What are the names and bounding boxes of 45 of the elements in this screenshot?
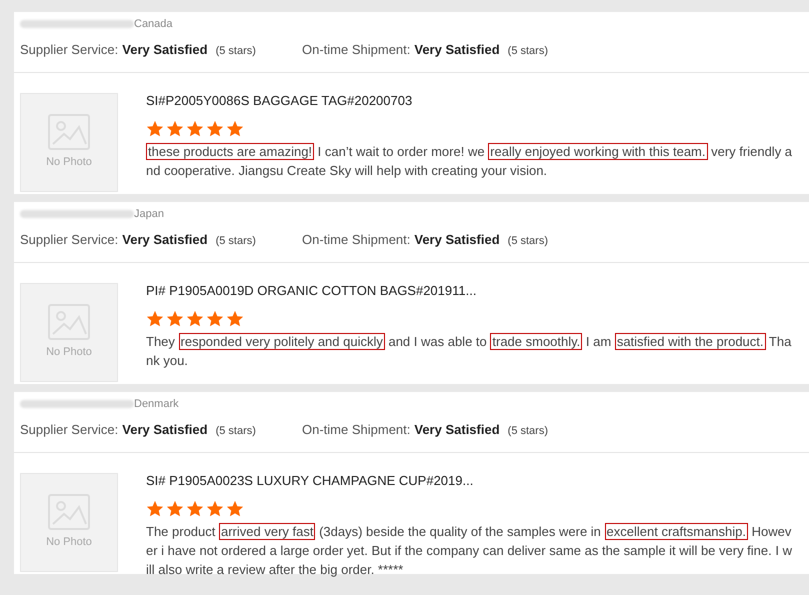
review-text: these products are amazing! I can’t wait to order more! we really enjoyed working with this team. very friendly and cooperative. Jiangsu Create Sky will help with creating your vision. <box>146 142 794 180</box>
country-text: Canada <box>134 16 173 32</box>
product-title: SI# P1905A0023S LUXURY CHAMPAGNE CUP#2019... <box>146 472 474 490</box>
rating-label: Supplier Service: <box>20 41 118 59</box>
stars-count: (5 stars) <box>508 44 548 59</box>
star-icon <box>186 500 204 518</box>
country-text: Japan <box>134 206 164 222</box>
stars-count: (5 stars) <box>508 234 548 249</box>
rating-label: On-time Shipment: <box>302 41 410 59</box>
rating-value: Very Satisfied <box>122 231 208 249</box>
no-photo-text: No Photo <box>46 534 92 550</box>
star-icon <box>146 310 164 328</box>
rating-value: Very Satisfied <box>414 421 500 439</box>
stars-count: (5 stars) <box>216 424 256 439</box>
star-icon <box>146 120 164 138</box>
star-icon <box>226 500 244 518</box>
product-title: PI# P1905A0019D ORGANIC COTTON BAGS#201911... <box>146 282 478 300</box>
star-icon <box>146 500 164 518</box>
review-text: They responded very politely and quickly and I was able to trade smoothly. I am satisfied with the product. Thank you. <box>146 332 792 370</box>
country-text: Denmark <box>134 396 179 412</box>
rating-label: Supplier Service: <box>20 231 118 249</box>
no-photo-text: No Photo <box>46 344 92 360</box>
rating-label: Supplier Service: <box>20 421 118 439</box>
rating-label: On-time Shipment: <box>302 421 410 439</box>
star-icon <box>226 120 244 138</box>
product-title: SI#P2005Y0086S BAGGAGE TAG#20200703 <box>146 92 414 110</box>
star-icon <box>166 500 184 518</box>
rating-label: On-time Shipment: <box>302 231 410 249</box>
star-icon <box>206 310 224 328</box>
rating-value: Very Satisfied <box>122 41 208 59</box>
stars-count: (5 stars) <box>216 234 256 249</box>
star-icon <box>166 120 184 138</box>
star-icon <box>206 500 224 518</box>
star-icon <box>206 120 224 138</box>
rating-value: Very Satisfied <box>414 231 500 249</box>
rating-value: Very Satisfied <box>122 421 208 439</box>
stars-count: (5 stars) <box>216 44 256 59</box>
star-icon <box>166 310 184 328</box>
star-icon <box>226 310 244 328</box>
no-photo-text: No Photo <box>46 154 92 170</box>
rating-value: Very Satisfied <box>414 41 500 59</box>
stars-count: (5 stars) <box>508 424 548 439</box>
review-text: The product arrived very fast (3days) beside the quality of the samples were in excellent craftsmanship. However i have not ordered a large order yet. But if the company can deliver same as the sample it will be very fine. I will also write a review after the big order. ***** <box>146 522 793 579</box>
star-icon <box>186 120 204 138</box>
star-icon <box>186 310 204 328</box>
